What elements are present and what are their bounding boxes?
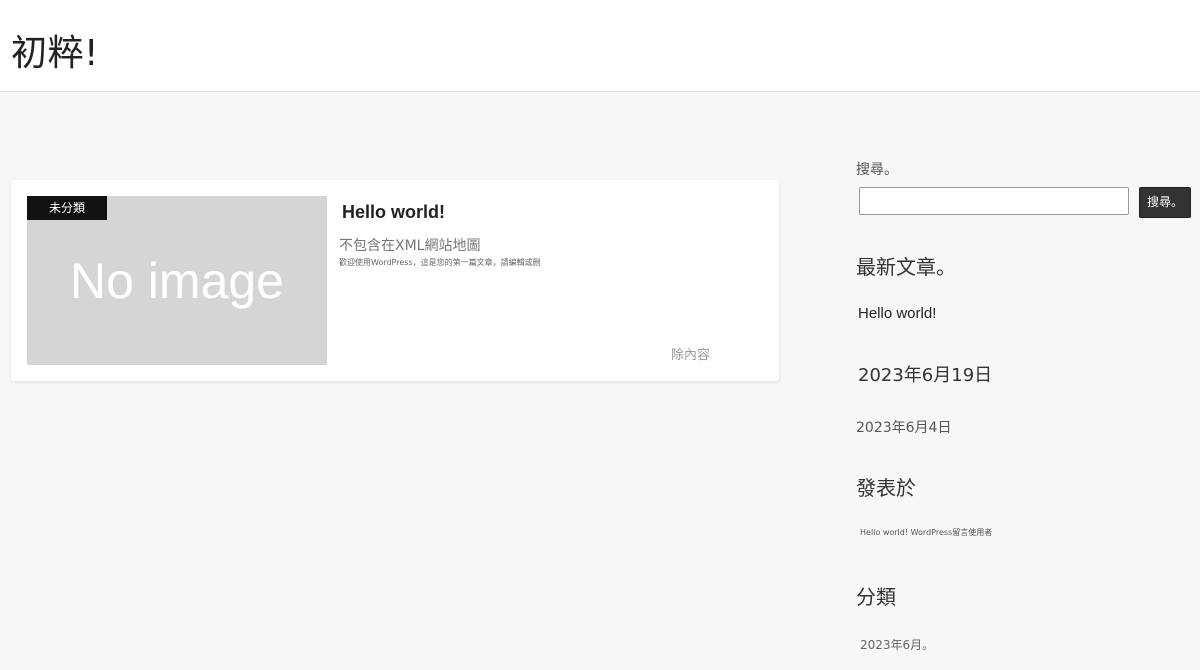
post-thumbnail[interactable]: No image 未分類 bbox=[27, 196, 327, 365]
post-card: No image 未分類 Hello world! 不包含在XML網站地圖 歡迎… bbox=[11, 180, 779, 381]
no-image-placeholder-text: No image bbox=[70, 253, 284, 309]
site-title-link[interactable]: 初粹! bbox=[11, 32, 99, 76]
post-title-link[interactable]: Hello world! bbox=[342, 200, 445, 224]
post-excerpt: 歡迎使用WordPress，這是您的第一篇文章，請編輯或刪 bbox=[339, 258, 541, 267]
search-button[interactable]: 搜尋。 bbox=[1139, 187, 1191, 218]
recent-post-link[interactable]: Hello world! bbox=[858, 305, 936, 323]
date-primary: 2023年6月19日 bbox=[858, 365, 993, 386]
main-area: No image 未分類 Hello world! 不包含在XML網站地圖 歡迎… bbox=[0, 92, 1200, 670]
recent-comment-item[interactable]: Hello world! WordPress留言使用者 bbox=[860, 528, 992, 538]
archive-link[interactable]: 2023年6月。 bbox=[860, 637, 934, 653]
search-input[interactable] bbox=[859, 187, 1129, 215]
search-label: 搜尋。 bbox=[856, 162, 898, 178]
comments-title: 發表於 bbox=[856, 476, 916, 500]
site-header: 初粹! bbox=[0, 0, 1200, 92]
post-note: 不包含在XML網站地圖 bbox=[339, 238, 481, 254]
read-more-link[interactable]: 除內容 bbox=[671, 348, 710, 364]
date-secondary: 2023年6月4日 bbox=[856, 420, 952, 436]
sidebar: 搜尋。 搜尋。 最新文章。 Hello world! 2023年6月19日 20… bbox=[856, 92, 1196, 670]
recent-posts-title: 最新文章。 bbox=[856, 255, 956, 279]
category-badge[interactable]: 未分類 bbox=[27, 196, 107, 220]
categories-title: 分類 bbox=[856, 585, 896, 609]
